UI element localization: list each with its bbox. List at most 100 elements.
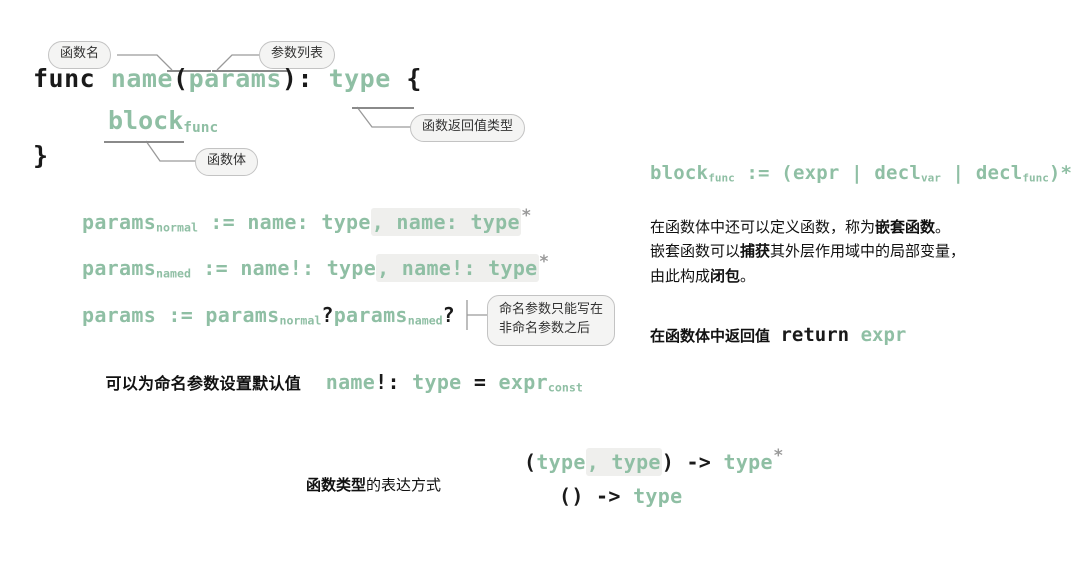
block-rule-decl-var-subscript: var: [920, 171, 941, 185]
function-signature-line: func name(params): type {: [33, 66, 422, 91]
block-rule-open: (: [781, 162, 793, 184]
block-rule-decl-func-subscript: func: [1022, 171, 1049, 185]
kleene-star-named: *: [539, 252, 549, 273]
sp: [235, 210, 247, 234]
rule-params-combined: params := paramsnormal?paramsnamed?: [82, 305, 455, 327]
sp: [849, 324, 860, 346]
function-type-line-2: () -> type: [559, 486, 682, 506]
kleene-star-normal: *: [521, 206, 532, 227]
sp: [156, 303, 168, 327]
ft1-paren-close: ): [661, 450, 675, 474]
block-rule-expr: expr: [792, 162, 840, 184]
token-name: name: [110, 64, 173, 93]
block-rule-decl-var: decl: [874, 162, 921, 184]
sp: [964, 162, 976, 184]
rule-block-func: blockfunc := (expr | declvar | declfunc)…: [650, 162, 1073, 185]
default-value-eq: =: [473, 370, 487, 394]
keyword-func: func: [33, 64, 96, 93]
sp: [621, 484, 633, 508]
ft1-type-1: type: [536, 450, 586, 474]
function-type-label-bold: 函数类型: [306, 476, 367, 494]
rule-combined-part2: params: [333, 303, 408, 327]
block-rule-close: ): [1048, 162, 1061, 184]
sp: [840, 162, 852, 184]
underline-mark-type: [352, 107, 414, 109]
return-line-label: 在函数体中: [650, 327, 726, 345]
default-value-colon: :: [387, 370, 400, 394]
default-value-expr: expr: [498, 370, 548, 394]
ft1-arrow: ->: [686, 450, 712, 474]
ft1-paren-open: (: [524, 450, 537, 474]
nested-function-paragraph: 在函数体中还可以定义函数，称为嵌套函数。 嵌套函数可以捕获其外层作用域中的局部变量…: [650, 218, 966, 285]
sig-space-3: [391, 64, 407, 93]
default-value-type: type: [412, 370, 462, 394]
sp: [193, 303, 205, 327]
rule-combined-lhs: params: [82, 303, 157, 327]
brace-close-line: }: [33, 143, 48, 168]
paren-close: ): [281, 64, 298, 93]
ft2-return-type: type: [633, 484, 683, 508]
brace-open: {: [406, 64, 422, 93]
block-rule-star: *: [1060, 162, 1073, 184]
sp: [770, 162, 782, 184]
ft1-return-type: type: [723, 450, 773, 474]
block-rule-bar-1: |: [851, 162, 863, 184]
sp: [198, 210, 210, 234]
block-rule-bar-2: |: [952, 162, 965, 184]
function-body-line: blockfunc: [108, 108, 218, 136]
sig-colon: :: [297, 64, 313, 93]
block-rule-decl-func: decl: [975, 162, 1023, 184]
default-value-name: name: [325, 370, 376, 394]
underline-mark-block: [104, 141, 184, 143]
block-rule-lhs: block: [650, 162, 709, 184]
default-value-bang: !: [375, 370, 388, 394]
callout-named-param-note-label: 命名参数只能写在 非命名参数之后: [499, 302, 604, 336]
rule-params-normal: paramsnormal := name: type, name: type *: [82, 208, 531, 236]
sp: [301, 370, 326, 394]
diagram-canvas: 函数名 参数列表 函数返回值类型 函数体 命名参数只能写在 非命名参数之后 fu…: [0, 0, 1080, 566]
sp: [191, 256, 203, 280]
default-value-expr-subscript: const: [547, 380, 583, 395]
token-block-subscript: func: [183, 120, 219, 137]
sig-space-1: [95, 64, 111, 93]
rule-named-repeat: , name!: type: [376, 254, 539, 282]
return-expr: expr: [860, 324, 907, 346]
callout-named-param-note: 命名参数只能写在 非命名参数之后: [487, 295, 616, 346]
ft2-arrow: ->: [596, 484, 621, 508]
sp: [674, 450, 686, 474]
callout-func-name-label: 函数名: [60, 46, 100, 61]
rule-normal-op: :=: [210, 210, 235, 234]
return-line-label-bold: 返回值: [725, 327, 771, 345]
token-params: params: [188, 64, 282, 93]
callout-func-body: 函数体: [195, 148, 259, 176]
rule-combined-part1: params: [205, 303, 280, 327]
rule-normal-lhs: params: [82, 210, 157, 234]
token-type: type: [328, 64, 391, 93]
callout-return-type-label: 函数返回值类型: [422, 119, 514, 134]
rule-combined-opt1: ?: [321, 303, 334, 327]
sp: [735, 162, 747, 184]
ft2-empty-parens: (): [559, 484, 584, 508]
default-value-label: 可以为命名参数设置默认值: [105, 374, 302, 393]
rule-named-lhs: params: [82, 256, 157, 280]
rule-normal-repeat: , name: type: [370, 208, 521, 236]
sp: [462, 370, 474, 394]
rule-combined-part1-subscript: normal: [279, 313, 322, 328]
return-value-line: 在函数体中返回值 return expr: [650, 326, 906, 345]
function-type-label: 函数类型的表达方式: [306, 474, 441, 495]
rule-normal-lhs-subscript: normal: [156, 220, 198, 235]
callout-func-body-label: 函数体: [207, 153, 247, 168]
rule-combined-part2-subscript: named: [407, 313, 443, 328]
sig-space-2: [313, 64, 329, 93]
block-rule-lhs-subscript: func: [708, 171, 735, 185]
rule-normal-plain: name: type: [247, 210, 371, 234]
rule-params-named: paramsnamed := name!: type, name!: type *: [82, 254, 549, 282]
sp: [863, 162, 875, 184]
brace-close: }: [33, 141, 49, 170]
rule-named-plain: name!: type: [240, 256, 377, 280]
function-type-label-rest: 的表达方式: [366, 476, 442, 494]
block-rule-op: :=: [746, 162, 770, 184]
sp: [941, 162, 953, 184]
kleene-star-ftype: *: [773, 446, 784, 467]
sp: [770, 327, 780, 345]
